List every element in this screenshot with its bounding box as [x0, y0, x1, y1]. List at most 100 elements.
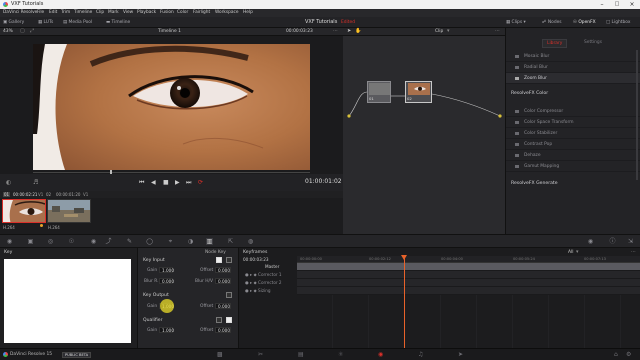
expand-arrow-icon[interactable]: ▸ [250, 280, 252, 285]
three-d-icon[interactable]: ◍ [247, 238, 254, 245]
key-input-blur-r-field[interactable]: 0.000 [159, 278, 174, 284]
qualifier-invert-icon[interactable] [216, 317, 222, 323]
key-input-blur-hv-field[interactable]: 0.000 [215, 278, 231, 284]
rgb-mixer-icon[interactable]: ☉ [68, 238, 75, 245]
tab-settings[interactable]: Settings [584, 40, 602, 45]
fusion-page-icon[interactable]: ⚛ [338, 352, 344, 358]
keyframes-filter-chevron-icon[interactable]: ▾ [576, 249, 579, 255]
menu-file[interactable]: File [37, 10, 44, 15]
keyframe-row-master[interactable]: Master [239, 263, 297, 271]
node-02[interactable]: 02 [405, 81, 432, 103]
fx-color-stabilizer[interactable]: Color Stabilizer [506, 128, 640, 139]
go-to-end-icon[interactable]: ⏭ [186, 179, 191, 187]
fx-color-compressor[interactable]: Color Compressor [506, 106, 640, 117]
node-graph[interactable]: 01 02 [343, 36, 505, 234]
deliver-page-icon[interactable]: ➤ [458, 352, 464, 358]
menu-trim[interactable]: Trim [61, 10, 70, 15]
media-pool-button[interactable]: ▤ Media Pool [63, 19, 92, 26]
tracker-icon[interactable]: ⌖ [167, 238, 174, 245]
scopes-icon[interactable]: ◉ [587, 238, 594, 245]
pointer-tool-icon[interactable]: ➤ [347, 28, 351, 34]
audio-icon[interactable]: ♬ [33, 179, 38, 186]
magic-mask-icon[interactable]: ◑ [187, 238, 194, 245]
tab-library[interactable]: Library [542, 39, 568, 48]
info-icon[interactable]: ⓘ [609, 238, 616, 245]
menu-view[interactable]: View [123, 10, 133, 15]
qualifier-icon[interactable]: ✎ [126, 238, 133, 245]
keyframe-track-corrector-2[interactable] [297, 279, 640, 287]
openfx-button[interactable]: ☉ OpenFX [573, 19, 596, 26]
qualifier-mask-icon[interactable] [226, 317, 232, 323]
key-input-offset-field[interactable]: 0.000 [215, 267, 231, 273]
viewer-panel[interactable] [0, 36, 343, 174]
menu-mark[interactable]: Mark [108, 10, 119, 15]
motion-effects-icon[interactable]: ◉ [90, 238, 97, 245]
node-mode-selector[interactable]: Clip [435, 29, 443, 34]
menu-timeline[interactable]: Timeline [74, 10, 92, 15]
nodes-button[interactable]: ☍ Nodes [542, 19, 562, 26]
go-to-start-icon[interactable]: ⏮ [139, 179, 144, 187]
sizing-icon[interactable]: ⇱ [227, 238, 234, 245]
settings-gear-icon[interactable]: ⚙ [626, 352, 632, 358]
menu-help[interactable]: Help [243, 10, 253, 15]
node-options-icon[interactable]: ⋯ [495, 28, 500, 34]
maximize-button[interactable]: □ [612, 0, 622, 9]
split-screen-icon[interactable]: ▢ [20, 28, 25, 34]
home-icon[interactable]: ⌂ [614, 352, 620, 358]
color-wheels-icon[interactable]: ◎ [47, 238, 54, 245]
menu-color[interactable]: Color [177, 10, 188, 15]
keyframes-ruler[interactable]: 00:00:00:00 00:00:02:12 00:00:04:00 00:0… [297, 256, 640, 263]
menu-edit[interactable]: Edit [49, 10, 57, 15]
expand-arrow-icon[interactable]: ▸ [250, 288, 252, 293]
keyframe-row-corrector-2[interactable]: ● ▸ ◆ Corrector 2 [239, 279, 297, 287]
edit-page-icon[interactable]: ▤ [298, 352, 304, 358]
luts-button[interactable]: ▦ LUTs [38, 19, 53, 26]
fx-mosaic-blur[interactable]: Mosaic Blur [506, 51, 640, 62]
eye-icon[interactable]: ● [245, 272, 249, 277]
clip-thumbnail-1[interactable] [2, 199, 46, 223]
keyframe-row-sizing[interactable]: ● ▸ ◆ Sizing [239, 287, 297, 295]
node-mode-chevron-icon[interactable]: ▾ [447, 28, 450, 34]
curves-icon[interactable]: ⤴ [105, 238, 112, 245]
menu-workspace[interactable]: Workspace [215, 10, 239, 15]
color-picker-icon[interactable]: ◐ [6, 179, 11, 186]
loop-icon[interactable]: ⟳ [198, 179, 203, 186]
lightbox-button[interactable]: □ Lightbox [606, 19, 630, 26]
qualifier-offset-field[interactable]: 0.000 [215, 327, 231, 333]
expand-icon[interactable]: ⇲ [627, 238, 634, 245]
zoom-level[interactable]: 43% [3, 29, 13, 34]
keyframe-row-corrector-1[interactable]: ● ▸ ◆ Corrector 1 [239, 271, 297, 279]
fx-zoom-blur[interactable]: Zoom Blur [506, 73, 640, 84]
fairlight-page-icon[interactable]: ♫ [418, 352, 424, 358]
scrubber-track[interactable] [33, 172, 310, 173]
eye-icon[interactable]: ● [245, 288, 249, 293]
key-output-graph-icon[interactable] [226, 292, 232, 298]
key-input-mask-icon[interactable] [226, 257, 232, 263]
keyframes-playhead-handle[interactable] [401, 255, 407, 260]
menu-fairlight[interactable]: Fairlight [193, 10, 210, 15]
clips-button[interactable]: ▦ Clips ▾ [506, 19, 526, 26]
media-page-icon[interactable]: ▩ [217, 352, 223, 358]
keyframes-filter[interactable]: All [568, 250, 573, 255]
key-icon[interactable]: ▥ [206, 238, 213, 245]
menu-davinci-resolve[interactable]: DaVinci Resolve [3, 10, 37, 15]
fx-contrast-pop[interactable]: Contrast Pop [506, 139, 640, 150]
color-match-icon[interactable]: ▣ [27, 238, 34, 245]
timeline-button[interactable]: ▬ Timeline [106, 19, 130, 26]
hand-tool-icon[interactable]: ✋ [355, 28, 361, 34]
minimize-button[interactable]: – [597, 0, 607, 9]
menu-clip[interactable]: Clip [96, 10, 104, 15]
key-output-offset-field[interactable]: 0.000 [215, 303, 231, 309]
keyframe-track-corrector-1[interactable] [297, 271, 640, 279]
reverse-icon[interactable]: ◀ [151, 179, 156, 186]
keyframes-options-icon[interactable]: ⋯ [631, 249, 636, 255]
gallery-button[interactable]: ▣ Gallery [3, 19, 24, 26]
fx-color-space-transform[interactable]: Color Space Transform [506, 117, 640, 128]
wipe-icon[interactable]: ⤢ [30, 28, 34, 34]
fx-scrollbar[interactable] [636, 50, 638, 180]
menu-playback[interactable]: Playback [137, 10, 156, 15]
key-input-invert-icon[interactable] [216, 257, 222, 263]
viewer-options-icon[interactable]: ⋯ [333, 28, 338, 34]
close-button[interactable]: × [627, 0, 637, 9]
menu-fusion[interactable]: Fusion [160, 10, 174, 15]
